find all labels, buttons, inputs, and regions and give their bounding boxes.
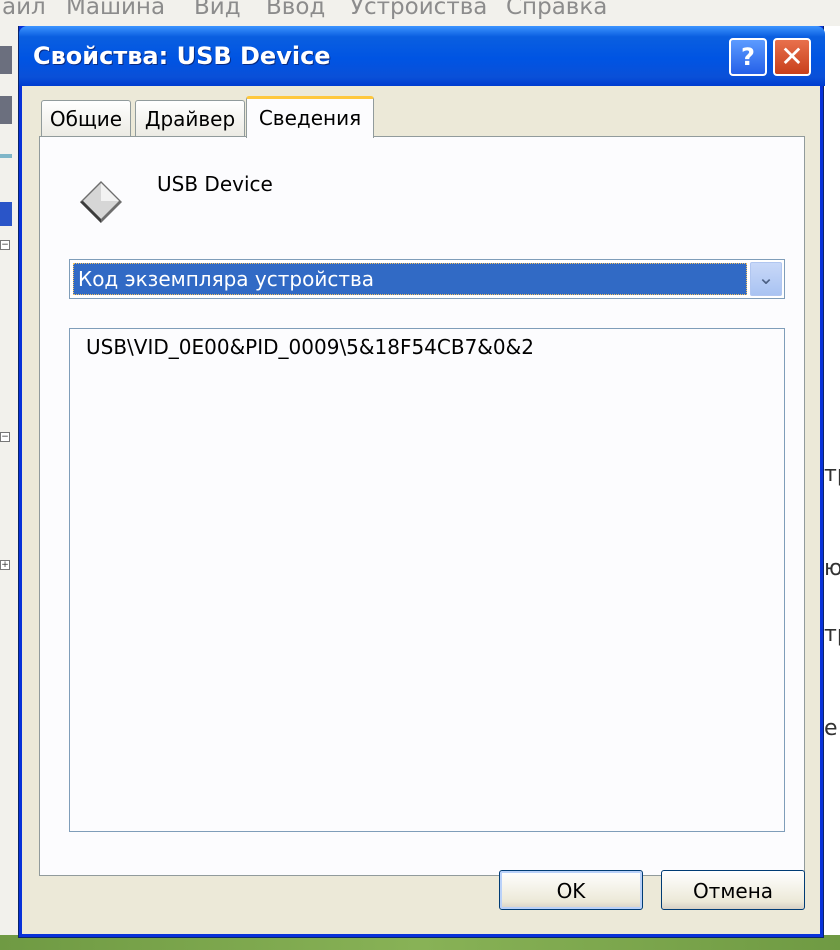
bg-menu-file[interactable]: айл bbox=[2, 0, 46, 20]
bg-menu-help[interactable]: Справка bbox=[506, 0, 607, 20]
ok-button[interactable]: OK bbox=[499, 870, 643, 910]
tab-details[interactable]: Сведения bbox=[246, 96, 374, 138]
usb-device-icon bbox=[80, 181, 122, 223]
tab-driver[interactable]: Драйвер bbox=[135, 100, 245, 136]
help-icon: ? bbox=[741, 43, 755, 71]
property-dropdown[interactable]: Код экземпляра устройства ⌄ bbox=[69, 259, 785, 299]
property-dropdown-value: Код экземпляра устройства bbox=[78, 267, 375, 291]
bg-menu-input[interactable]: Ввод bbox=[266, 0, 325, 20]
property-dropdown-selection[interactable]: Код экземпляра устройства bbox=[73, 263, 747, 295]
tab-general[interactable]: Общие bbox=[41, 100, 131, 136]
device-name: USB Device bbox=[157, 172, 273, 196]
bg-toolbar-icon bbox=[0, 96, 12, 124]
bg-text-fragment: тр bbox=[824, 622, 840, 647]
help-button[interactable]: ? bbox=[729, 38, 767, 76]
bg-tree-collapse-icon[interactable]: − bbox=[0, 240, 10, 250]
bg-tree-collapse-icon[interactable]: − bbox=[0, 432, 10, 442]
bg-text-fragment: ю bbox=[824, 556, 840, 581]
bg-menu-machine[interactable]: Машина bbox=[66, 0, 165, 20]
property-value-list[interactable]: USB\VID_0E00&PID_0009\5&18F54CB7&0&2 bbox=[69, 328, 785, 832]
bg-tree-expand-icon[interactable]: + bbox=[0, 560, 10, 570]
bg-toolbar-icon bbox=[0, 46, 12, 74]
bg-divider bbox=[0, 154, 12, 158]
bg-menu-devices[interactable]: Устройства bbox=[350, 0, 487, 20]
close-button[interactable]: ✕ bbox=[773, 38, 811, 76]
tab-driver-label: Драйвер bbox=[144, 107, 236, 131]
properties-dialog: Свойства: USB Device ? ✕ Общие Драйвер С… bbox=[18, 26, 825, 938]
dialog-title: Свойства: USB Device bbox=[33, 42, 331, 70]
ok-button-label: OK bbox=[556, 879, 586, 903]
bg-menu-view[interactable]: Вид bbox=[194, 0, 241, 20]
background-menubar: айл Машина Вид Ввод Устройства Справка bbox=[0, 0, 840, 26]
bg-text-fragment: е bbox=[824, 716, 838, 741]
cancel-button[interactable]: Отмена bbox=[661, 870, 805, 910]
chevron-down-icon: ⌄ bbox=[757, 265, 775, 289]
list-item[interactable]: USB\VID_0E00&PID_0009\5&18F54CB7&0&2 bbox=[86, 335, 534, 359]
dropdown-toggle-button[interactable]: ⌄ bbox=[750, 262, 782, 296]
tab-details-label: Сведения bbox=[258, 106, 362, 130]
background-right-strip bbox=[822, 26, 840, 950]
background-left-strip: − − + bbox=[0, 26, 18, 950]
bg-computer-icon bbox=[0, 202, 12, 226]
cancel-button-label: Отмена bbox=[692, 879, 774, 903]
dialog-titlebar[interactable]: Свойства: USB Device ? ✕ bbox=[19, 26, 825, 86]
tab-general-label: Общие bbox=[49, 107, 123, 131]
bg-text-fragment: тр bbox=[824, 462, 840, 487]
close-icon: ✕ bbox=[780, 40, 804, 73]
